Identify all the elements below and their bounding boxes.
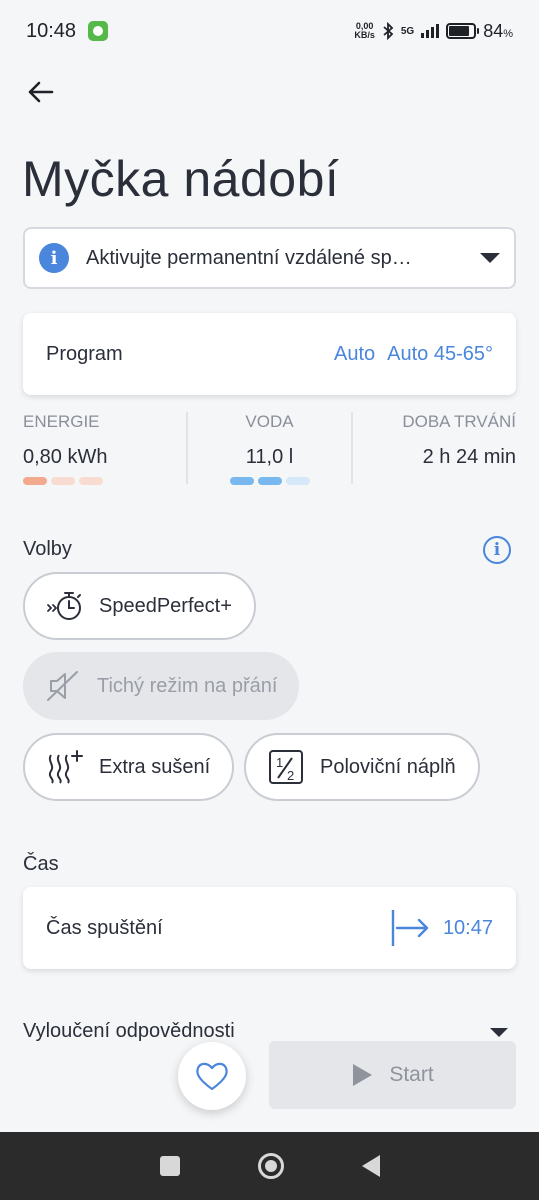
play-icon: [353, 1064, 373, 1086]
status-time: 10:48: [26, 19, 77, 42]
duration-stat: DOBA TRVÁNÍ 2 h 24 min: [353, 412, 516, 487]
option-half-load[interactable]: 1 2 Poloviční náplň: [244, 733, 480, 801]
back-nav-button[interactable]: [361, 1155, 380, 1177]
half-load-icon: 1 2: [269, 750, 303, 784]
steam-plus-icon: [48, 750, 83, 784]
consumption-stats: ENERGIE 0,80 kWh VODA 11,0 l DOBA TRVÁNÍ…: [23, 412, 516, 487]
recent-apps-button[interactable]: [159, 1156, 180, 1176]
option-label: Poloviční náplň: [320, 755, 456, 778]
program-value: Auto Auto 45-65°: [334, 343, 493, 366]
start-time-label: Čas spuštění: [46, 916, 163, 939]
battery-fill: [449, 26, 470, 36]
time-title: Čas: [23, 853, 59, 875]
battery-percent-unit: %: [503, 27, 513, 40]
program-name: Auto 45-65°: [387, 342, 493, 365]
start-label: Start: [389, 1063, 434, 1086]
favorite-button[interactable]: [178, 1042, 246, 1110]
heart-icon: [196, 1062, 228, 1091]
net-speed: 0,00 KB/s: [354, 22, 375, 40]
option-label: Tichý režim na přání: [97, 674, 278, 697]
stopwatch-speed-icon: [47, 592, 81, 620]
energy-value: 0,80 kWh: [23, 446, 108, 468]
program-label: Program: [46, 342, 123, 365]
svg-text:2: 2: [287, 768, 294, 783]
battery-icon: [446, 23, 480, 39]
arrow-left-icon: [28, 81, 54, 103]
duration-label: DOBA TRVÁNÍ: [402, 412, 516, 431]
start-time-value: 10:47: [442, 916, 493, 939]
remote-start-text: Aktivujte permanentní vzdálené sp…: [86, 246, 412, 269]
page-title: Myčka nádobí: [22, 151, 340, 207]
network-type: 5G: [400, 25, 415, 37]
level-segment: [257, 477, 282, 485]
start-time-selector[interactable]: Čas spuštění 10:47: [23, 887, 516, 969]
app-shield-icon: [88, 21, 109, 41]
info-outline-icon[interactable]: i: [483, 536, 511, 564]
signal-icon: [421, 24, 440, 38]
battery-percent: 84%: [483, 21, 513, 42]
option-label: Extra sušení: [99, 755, 211, 778]
energy-stat: ENERGIE 0,80 kWh: [23, 412, 186, 487]
level-segment: [79, 477, 103, 485]
bluetooth-icon: [383, 22, 394, 40]
arrow-to-right-icon: [391, 910, 429, 946]
info-icon: i: [39, 243, 69, 273]
option-speedperfect[interactable]: SpeedPerfect+: [23, 572, 256, 640]
option-label: SpeedPerfect+: [99, 594, 232, 617]
status-bar: 10:48 0,00 KB/s 5G 84%: [0, 0, 539, 62]
level-segment: [51, 477, 75, 485]
duration-value: 2 h 24 min: [422, 446, 516, 468]
start-button[interactable]: Start: [269, 1041, 516, 1109]
option-silent-mode[interactable]: Tichý režim na přání: [23, 652, 300, 720]
status-indicators: 0,00 KB/s 5G 84%: [354, 21, 513, 42]
water-label: VODA: [245, 412, 294, 431]
remote-start-dropdown[interactable]: i Aktivujte permanentní vzdálené sp…: [23, 227, 516, 289]
water-level-bar: [188, 477, 351, 485]
disclaimer-toggle[interactable]: Vyloučení odpovědnosti: [23, 1020, 235, 1043]
water-stat: VODA 11,0 l: [188, 412, 351, 487]
energy-label: ENERGIE: [23, 412, 100, 431]
chevron-down-icon: [480, 253, 500, 263]
battery-percent-value: 84: [483, 20, 504, 41]
speaker-muted-icon: [47, 671, 78, 701]
option-extra-drying[interactable]: Extra sušení: [23, 733, 235, 801]
svg-text:1: 1: [276, 755, 283, 770]
program-selector[interactable]: Program Auto Auto 45-65°: [23, 313, 516, 395]
back-button[interactable]: [22, 74, 58, 110]
start-time: 10:47: [391, 908, 493, 948]
level-segment: [23, 477, 47, 485]
water-value: 11,0 l: [245, 446, 294, 468]
program-mode: Auto: [333, 342, 376, 365]
net-speed-unit: KB/s: [354, 30, 375, 40]
chevron-down-icon[interactable]: [490, 1028, 508, 1037]
options-title: Volby: [23, 538, 72, 560]
level-segment: [229, 477, 254, 485]
home-button[interactable]: [257, 1153, 284, 1179]
level-segment: [285, 477, 310, 485]
energy-level-bar: [23, 477, 186, 485]
system-navigation-bar: [0, 1132, 539, 1200]
